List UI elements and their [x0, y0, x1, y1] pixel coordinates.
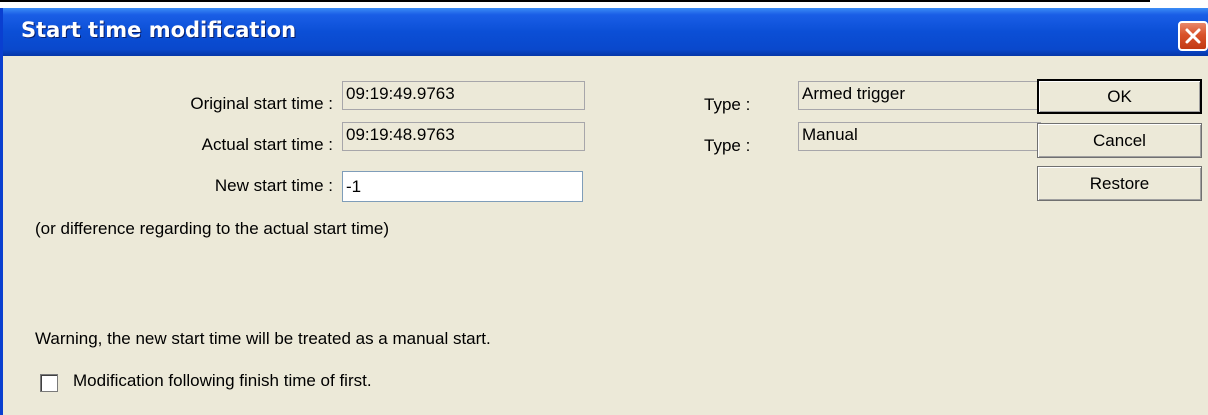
screen-top-border: [0, 0, 1150, 2]
new-start-time-label: New start time :: [214, 176, 333, 195]
manual-start-warning: Warning, the new start time will be trea…: [35, 329, 491, 348]
type-original-field: Armed trigger: [798, 81, 1041, 110]
type-original-label: Type :: [704, 95, 751, 114]
actual-start-time-field: 09:19:48.9763: [342, 122, 585, 151]
cancel-button[interactable]: Cancel: [1037, 123, 1202, 158]
dialog-window: Start time modification Original start t…: [0, 8, 1208, 415]
close-button[interactable]: [1178, 21, 1208, 51]
ok-button[interactable]: OK: [1037, 79, 1202, 114]
actual-start-time-label: Actual start time :: [201, 135, 333, 154]
title-bar[interactable]: Start time modification: [3, 8, 1208, 56]
new-start-time-input[interactable]: [342, 171, 583, 202]
type-actual-label: Type :: [704, 136, 751, 155]
type-actual-field: Manual: [798, 122, 1041, 151]
window-title: Start time modification: [21, 18, 297, 42]
modification-checkbox[interactable]: [40, 374, 58, 392]
original-start-time-label: Original start time :: [190, 94, 333, 113]
original-start-time-field: 09:19:49.9763: [342, 81, 585, 110]
modification-checkbox-label[interactable]: Modification following finish time of fi…: [73, 371, 372, 391]
restore-button[interactable]: Restore: [1037, 166, 1202, 201]
close-icon: [1185, 28, 1201, 44]
difference-hint-text: (or difference regarding to the actual s…: [35, 219, 390, 238]
